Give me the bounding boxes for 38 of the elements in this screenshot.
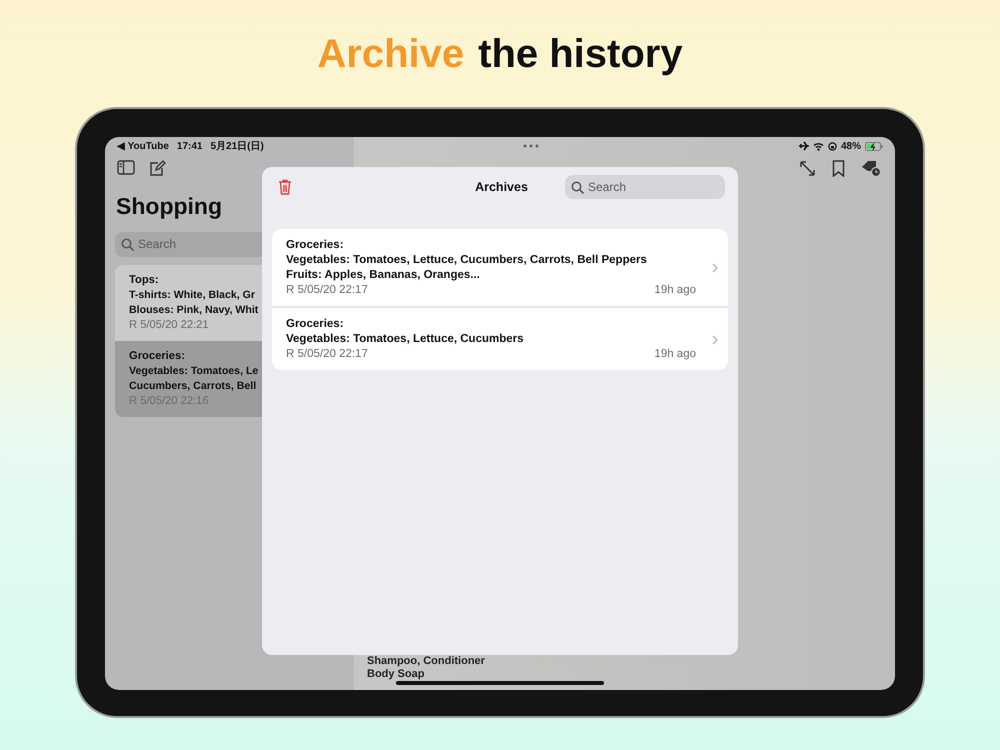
note-text: T-shirts: White, Black, Gr [129, 288, 255, 302]
note-text: Vegetables: Tomatoes, Le [129, 364, 258, 378]
archive-text: Groceries: [286, 317, 345, 332]
search-icon [571, 181, 584, 194]
airplane-icon [798, 141, 809, 151]
sheet-title: Archives [475, 178, 528, 196]
archive-age: 19h ago [654, 283, 696, 298]
archive-age: 19h ago [654, 347, 696, 362]
note-date: R 5/05/20 22:21 [129, 318, 209, 332]
sidebar-toggle-icon[interactable] [117, 160, 135, 175]
note-text: Body Soap [367, 668, 426, 681]
note-text: Cucumbers, Carrots, Bell [129, 378, 256, 394]
search-field[interactable]: Search [565, 175, 725, 199]
archive-item[interactable]: Groceries: Vegetables: Tomatoes, Lettuce, Cucumbers R 5/05/20 22:17 19h ago [272, 306, 728, 370]
status-date: 5月21日(日) [210, 140, 264, 154]
archive-text: Groceries: [286, 238, 345, 253]
bookmark-icon[interactable] [832, 160, 845, 177]
compose-icon[interactable] [149, 160, 166, 177]
status-time: 17:41 [176, 140, 202, 154]
chevron-right-icon [712, 263, 718, 273]
chevron-right-icon [712, 334, 718, 344]
note-text: Blouses: Pink, Navy, Whit [129, 302, 258, 318]
back-link[interactable]: ◀ YouTube [117, 138, 169, 154]
trash-icon[interactable] [278, 179, 292, 195]
note-text: Shampoo, Conditioner [367, 655, 486, 668]
battery-icon [865, 142, 883, 150]
expand-arrows-icon[interactable] [799, 160, 816, 177]
search-icon [121, 238, 134, 250]
headline-accent: Archive [317, 30, 464, 78]
battery-percent: 48% [840, 140, 861, 154]
rotation-lock-icon [828, 142, 837, 150]
headline-text: the history [478, 30, 683, 78]
note-text: Groceries: [129, 348, 185, 364]
more-dots-icon[interactable] [523, 144, 540, 148]
wifi-icon [812, 142, 824, 150]
sidebar-title: Shopping [116, 192, 224, 221]
tag-clock-icon[interactable] [861, 160, 881, 177]
note-text: Tops: [129, 272, 159, 288]
